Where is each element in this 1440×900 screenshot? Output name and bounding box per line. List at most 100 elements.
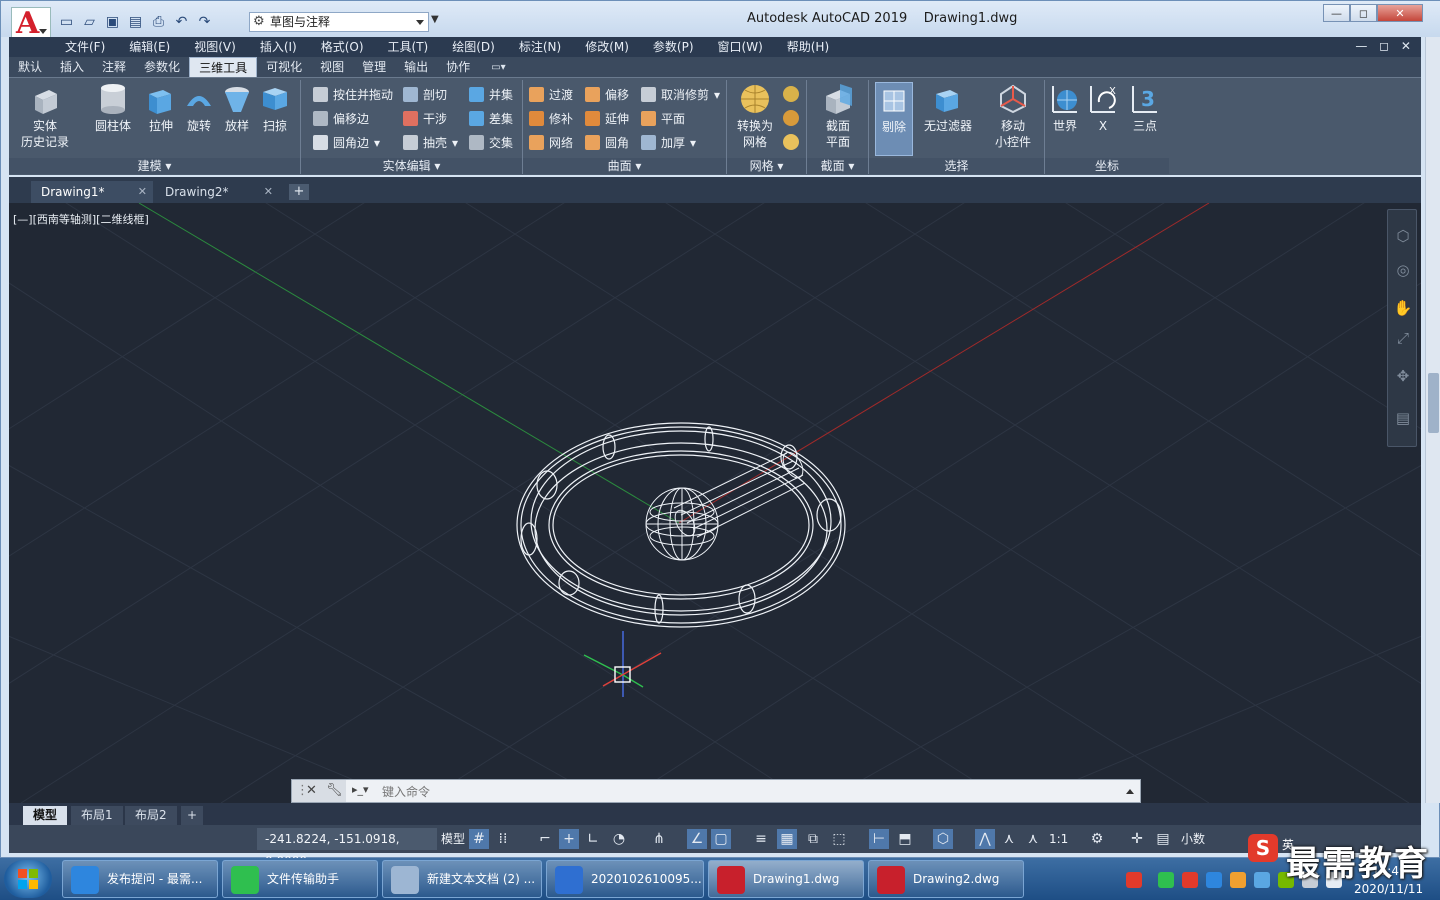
ucs-3point-button[interactable]: 3 三点 [1125,82,1165,134]
minimize-button[interactable]: — [1323,4,1350,22]
steering-wheel-icon[interactable]: ◎ [1393,260,1413,280]
3d-osnap-icon[interactable]: ⬚ [829,829,849,849]
panel-title-coordinates[interactable]: 坐标 [1045,158,1169,174]
blend-button[interactable]: 过渡 [529,86,573,103]
taskbar-item-video[interactable]: 2020102610095... [546,860,704,898]
close-icon[interactable]: ✕ [138,181,147,203]
panel-title-modeling[interactable]: 建模 ▾ [9,158,300,174]
refine-mesh-icon[interactable] [783,134,799,150]
ucs-world-button[interactable]: 世界 [1047,82,1083,134]
menu-tools[interactable]: 工具(T) [376,37,441,57]
smooth-less-icon[interactable] [783,110,799,126]
menu-file[interactable]: 文件(F) [9,37,117,57]
smooth-more-icon[interactable] [783,86,799,102]
sogou-ime-icon[interactable] [1126,872,1142,888]
menu-view[interactable]: 视图(V) [182,37,248,57]
shell-button[interactable]: 抽壳 ▾ [403,134,458,151]
isodraft-icon[interactable]: ⋔ [649,829,669,849]
dynamic-ucs-icon[interactable]: ⊢ [869,829,889,849]
panel-title-surface[interactable]: 曲面 ▾ [523,158,726,174]
convert-to-mesh-button[interactable]: 转换为 网格 [731,82,779,150]
auto-scale-icon[interactable]: ⋏ [999,829,1019,849]
tab-model[interactable]: 模型 [23,806,68,825]
object-snap-icon[interactable]: ▢ [711,829,731,849]
viewport-controls[interactable]: [—][西南等轴测][二维线框] [13,211,149,227]
menu-format[interactable]: 格式(O) [309,37,376,57]
taskbar-item-notepad[interactable]: 新建文本文档 (2) ... [382,860,542,898]
subtract-button[interactable]: 差集 [469,110,513,127]
taskbar-item-ie[interactable]: 发布提问 - 最需... [62,860,218,898]
extrude-button[interactable]: 拉伸 [143,82,179,134]
taskbar-item-wechat[interactable]: 文件传输助手 [222,860,378,898]
workspace-gear-icon[interactable]: ⚙ [1087,829,1107,849]
units-icon[interactable]: ▤ [1153,829,1173,849]
loft-button[interactable]: 放样 [219,82,255,134]
selection-filter-icon[interactable]: ⬒ [895,829,915,849]
save-as-icon[interactable]: ▤ [126,13,145,32]
menu-insert[interactable]: 插入(I) [248,37,309,57]
annotation-visibility-icon[interactable]: ⋀ [975,829,995,849]
shield-icon[interactable] [1206,872,1222,888]
revolve-button[interactable]: 旋转 [181,82,217,134]
polar-tracking-icon[interactable]: ◔ [609,829,629,849]
plot-icon[interactable]: ⎙ [149,13,168,32]
close-button[interactable]: ✕ [1377,4,1423,22]
maximize-button[interactable]: ◻ [1350,4,1377,22]
no-filter-button[interactable]: 无过滤器 [917,82,979,134]
surface-offset-button[interactable]: 偏移 [585,86,629,103]
planar-button[interactable]: 平面 [641,110,685,127]
ucs-x-button[interactable]: X X [1085,82,1121,134]
doc-tab-drawing1[interactable]: Drawing1* ✕ [31,181,153,203]
section-plane-button[interactable]: 截面 平面 [813,82,863,150]
close-icon[interactable]: ✕ [264,181,273,203]
application-menu-button[interactable]: A [11,6,51,41]
intersect-button[interactable]: 交集 [469,134,513,151]
new-file-icon[interactable]: ▭ [57,13,76,32]
menu-help[interactable]: 帮助(H) [775,37,841,57]
start-button[interactable] [4,860,52,898]
tab-view[interactable]: 视图 [311,57,353,77]
tab-default[interactable]: 默认 [9,57,51,77]
fillet-edge-button[interactable]: 圆角边 ▾ [313,134,380,151]
taskbar-item-drawing2[interactable]: Drawing2.dwg [868,860,1024,898]
document-window-controls[interactable]: — ◻ ✕ [1355,39,1415,53]
untrim-button[interactable]: 取消修剪 ▾ [641,86,720,103]
sweep-button[interactable]: 扫掠 [257,82,293,134]
save-icon[interactable]: ▣ [103,13,122,32]
taskbar-item-drawing1[interactable]: Drawing1.dwg [708,860,864,898]
gizmo-icon[interactable]: ⬡ [933,829,953,849]
wrench-icon[interactable]: 🔧︎ [326,783,343,798]
units-value[interactable]: 小数 [1181,829,1205,849]
vertical-scrollbar[interactable] [1425,37,1440,803]
tab-parametric[interactable]: 参数化 [135,57,189,77]
slice-button[interactable]: 剖切 [403,86,447,103]
object-snap-tracking-icon[interactable]: ∠ [687,829,707,849]
menu-edit[interactable]: 编辑(E) [117,37,182,57]
menu-dimension[interactable]: 标注(N) [507,37,573,57]
union-button[interactable]: 并集 [469,86,513,103]
redo-icon[interactable]: ↷ [195,13,214,32]
scrollbar-thumb[interactable] [1428,373,1439,433]
doc-tab-drawing2[interactable]: Drawing2* ✕ [155,181,279,203]
tab-layout2[interactable]: 布局2 [125,806,177,825]
new-tab-button[interactable]: + [289,184,309,200]
thicken-button[interactable]: 加厚 ▾ [641,134,696,151]
patch-button[interactable]: 修补 [529,110,573,127]
menu-window[interactable]: 窗口(W) [706,37,775,57]
selection-cycling-icon[interactable]: ⧉ [803,829,823,849]
open-file-icon[interactable]: ▱ [80,13,99,32]
presspull-button[interactable]: 按住并拖动 [313,86,393,103]
coordinates-display[interactable]: -241.8224, -151.0918, 0.0000 [257,828,437,868]
zoom-extents-icon[interactable]: ⤢ [1393,328,1413,348]
model-space-toggle[interactable]: 模型 [441,829,465,849]
chevron-up-icon[interactable] [1126,789,1134,794]
culling-button[interactable]: 剔除 [875,82,913,156]
showmotion-icon[interactable]: ▤ [1393,408,1413,428]
tab-output[interactable]: 输出 [395,57,437,77]
transparency-icon[interactable]: ▦ [777,829,797,849]
network-tray-icon[interactable] [1230,872,1246,888]
tab-manage[interactable]: 管理 [353,57,395,77]
orbit-icon[interactable]: ✥ [1393,366,1413,386]
tab-visualize[interactable]: 可视化 [257,57,311,77]
move-gizmo-button[interactable]: 移动 小控件 [985,82,1041,150]
